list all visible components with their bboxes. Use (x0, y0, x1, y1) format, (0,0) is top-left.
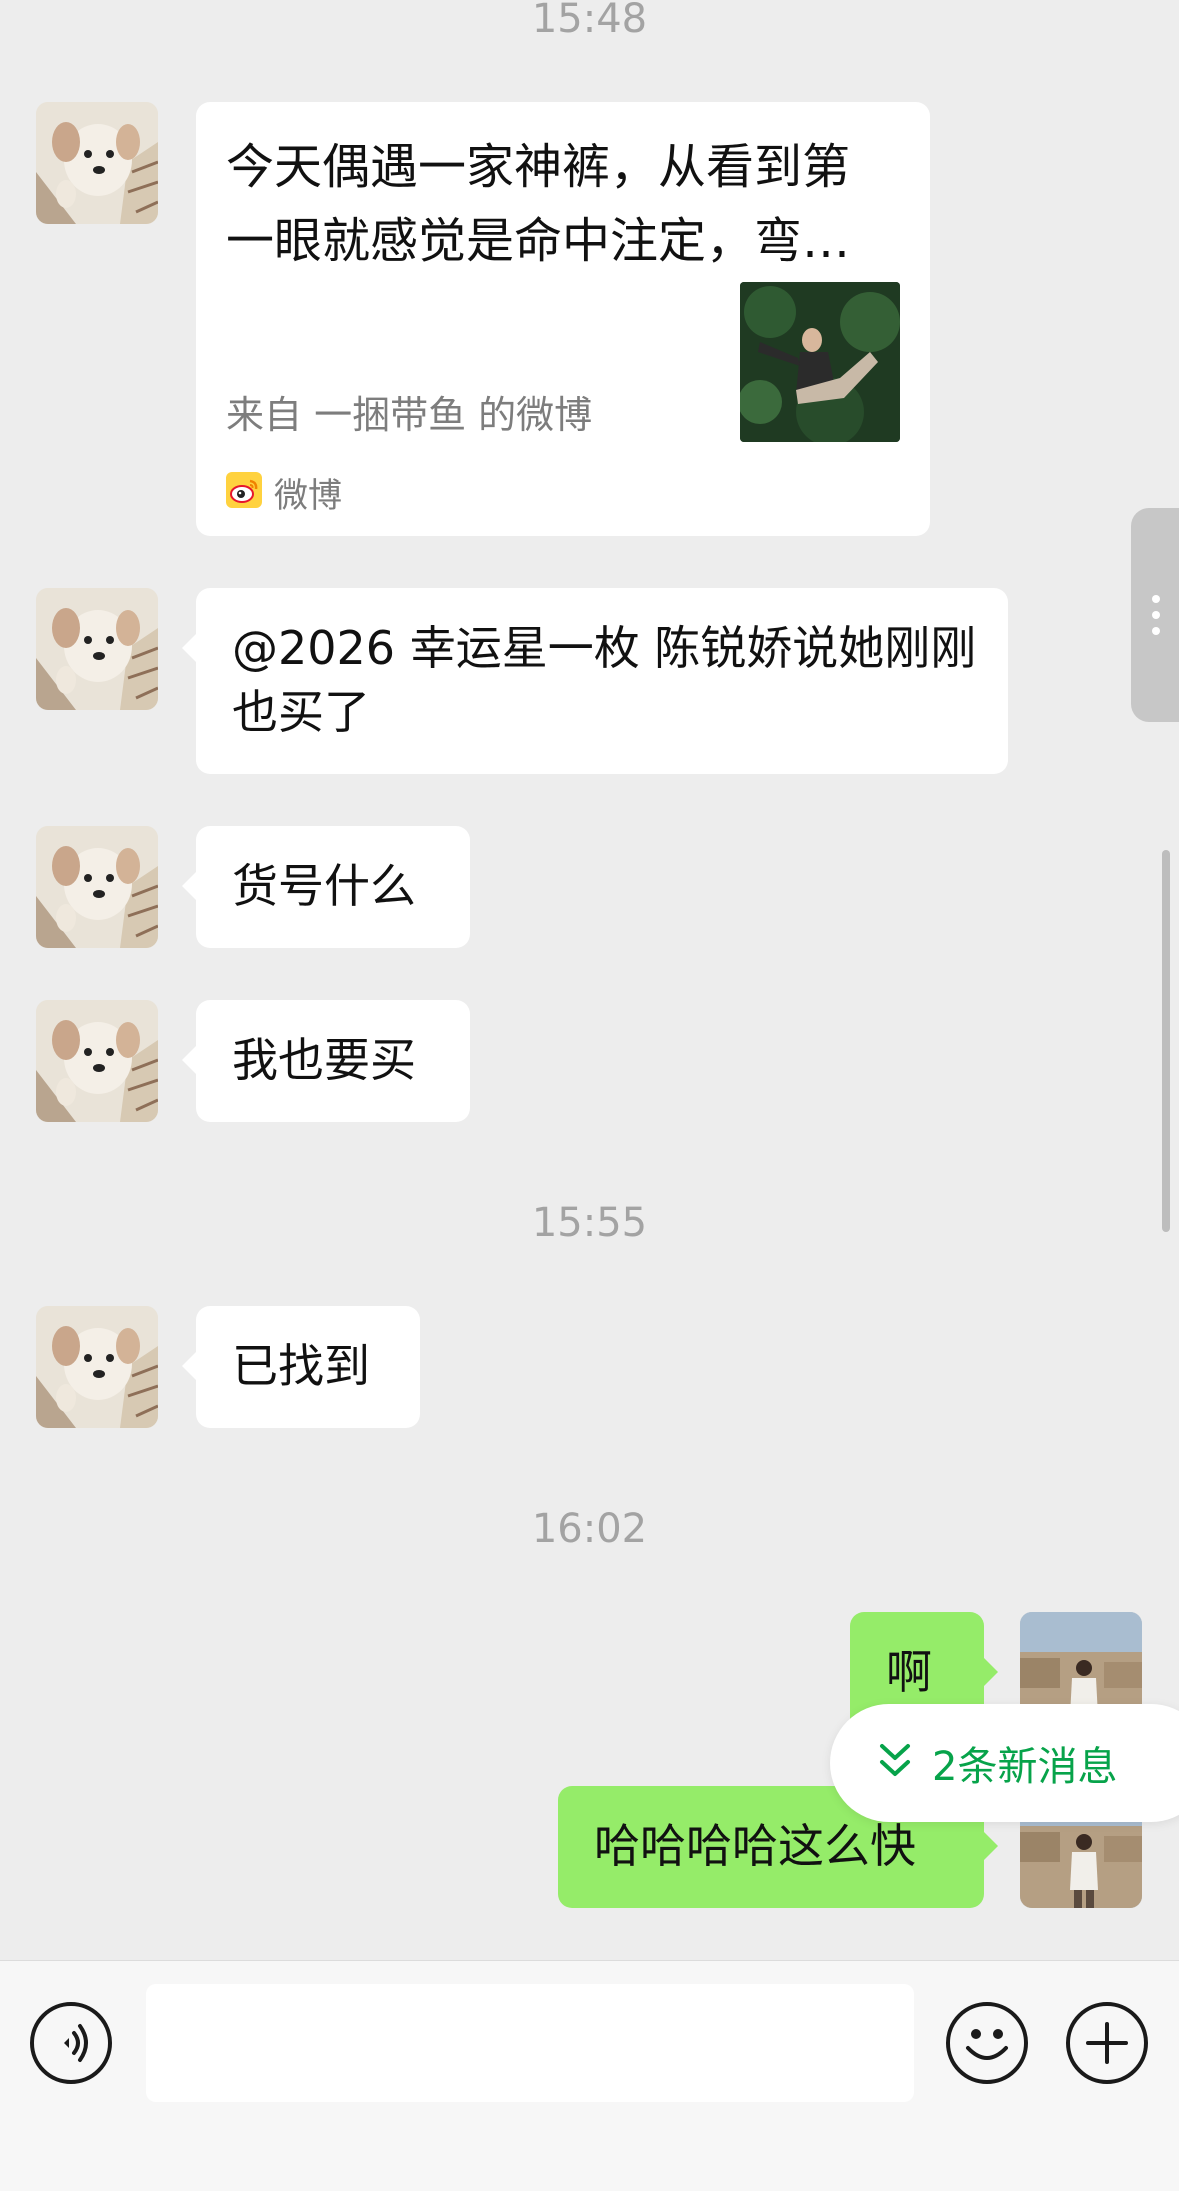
contact-avatar[interactable] (36, 102, 158, 224)
message-text: 货号什么 (232, 859, 416, 913)
timestamp: 15:48 (531, 0, 648, 42)
message-text: 已找到 (232, 1339, 370, 1393)
voice-icon (34, 2006, 108, 2084)
message-bubble[interactable]: 我也要买 (182, 1000, 470, 1122)
timestamp: 16:02 (531, 1506, 648, 1552)
message-text: 我也要买 (232, 1033, 416, 1087)
message-text: 啊 (886, 1645, 932, 1699)
emoji-icon (950, 2006, 1024, 2084)
card-app-name: 微博 (274, 475, 342, 516)
message-text: @2026 幸运星一枚 陈锐娇说她刚刚也买了 (232, 621, 977, 739)
message-input[interactable] (146, 1984, 914, 2102)
message-bubble[interactable]: @2026 幸运星一枚 陈锐娇说她刚刚也买了 (182, 588, 1008, 774)
card-app-label: 微博 (226, 470, 342, 516)
emoji-button[interactable] (946, 2002, 1028, 2084)
side-drawer-handle[interactable] (1131, 508, 1179, 722)
weibo-icon (226, 472, 262, 512)
new-messages-label: 2条新消息 (932, 1744, 1118, 1790)
message-bubble[interactable]: 货号什么 (182, 826, 470, 948)
card-title: 今天偶遇一家神裤，从看到第一眼就感觉是命中注定，弯… (226, 139, 851, 269)
shared-link-card[interactable]: 今天偶遇一家神裤，从看到第一眼就感觉是命中注定，弯… 来自 一捆带鱼 的微博 微… (196, 102, 930, 536)
timestamp: 15:55 (531, 1200, 648, 1246)
contact-avatar[interactable] (36, 588, 158, 710)
message-bubble[interactable]: 已找到 (182, 1306, 420, 1428)
card-thumbnail (740, 282, 900, 442)
card-source: 来自 一捆带鱼 的微博 (226, 393, 593, 437)
plus-icon (1070, 2006, 1144, 2084)
contact-avatar[interactable] (36, 1000, 158, 1122)
scrollbar[interactable] (1162, 850, 1170, 1232)
contact-avatar[interactable] (36, 1306, 158, 1428)
more-vertical-icon (1151, 594, 1161, 640)
contact-avatar[interactable] (36, 826, 158, 948)
double-chevron-down-icon (878, 1742, 912, 1784)
voice-button[interactable] (30, 2002, 112, 2084)
new-messages-button[interactable]: 2条新消息 (830, 1704, 1179, 1822)
message-text: 哈哈哈哈这么快 (594, 1819, 916, 1873)
plus-button[interactable] (1066, 2002, 1148, 2084)
